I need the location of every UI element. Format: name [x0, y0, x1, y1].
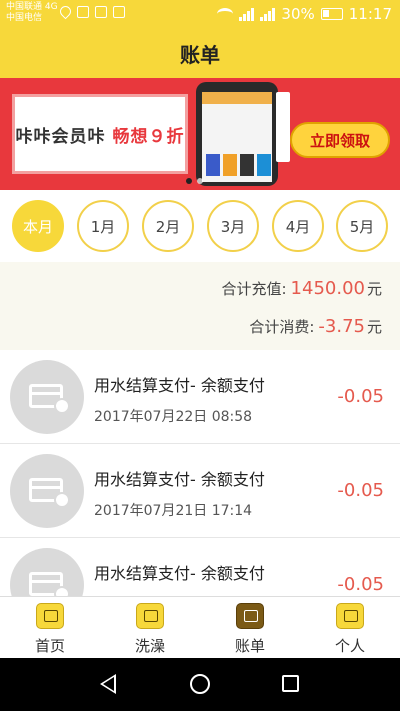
- phone-screen-bar: [202, 92, 272, 104]
- banner-dot[interactable]: [197, 178, 203, 184]
- card-refund-icon: [10, 360, 84, 434]
- transaction-title: 用水结算支付- 余额支付: [94, 376, 265, 395]
- month-tab-5[interactable]: 5月: [336, 200, 388, 252]
- recharge-label: 合计充值:: [221, 280, 287, 298]
- card-refund-icon: [10, 454, 84, 528]
- transaction-date: 2017年07月21日 17:14: [94, 503, 253, 519]
- page-title: 账单: [180, 42, 220, 67]
- month-tab-3[interactable]: 3月: [207, 200, 259, 252]
- recharge-unit: 元: [366, 280, 382, 298]
- tab-home-label: 首页: [34, 637, 65, 655]
- tab-shower[interactable]: 洗澡: [100, 597, 200, 659]
- transaction-title: 用水结算支付- 余额支付: [94, 470, 265, 489]
- tab-bill[interactable]: 账单: [200, 597, 300, 659]
- battery-icon: [320, 8, 343, 20]
- recharge-value: 1450.00: [290, 278, 365, 299]
- banner-card: 咔咔会员咔 畅想９折: [12, 94, 188, 174]
- bottom-tab-bar: 首页 洗澡 账单 个人: [0, 596, 400, 658]
- status-bar: 中国联通 4G 中国电信 30% 11:17: [0, 0, 400, 28]
- notification-icons: [57, 3, 125, 20]
- shower-icon: [136, 603, 164, 629]
- android-nav-bar: [0, 658, 400, 711]
- signal-4g-icon: [239, 7, 255, 21]
- recharge-total: 合计充值: 1450.00 元: [221, 278, 382, 299]
- spend-unit: 元: [366, 318, 382, 336]
- promo-banner[interactable]: 咔咔会员咔 畅想９折 立即领取: [0, 78, 400, 190]
- phone-screen: [202, 92, 272, 182]
- tab-shower-label: 洗澡: [134, 637, 165, 655]
- battery-percent: 30%: [281, 5, 315, 23]
- carrier-info: 中国联通 4G 中国电信: [6, 2, 58, 24]
- carrier-1: 中国联通 4G: [6, 2, 58, 12]
- spend-value: -3.75: [318, 316, 365, 337]
- transaction-row[interactable]: 用水结算支付- 余额支付 2017年07月21日 17:14 -0.05: [0, 444, 400, 538]
- location-icon: [57, 3, 74, 20]
- month-tabs: 本月 1月 2月 3月 4月 5月: [0, 190, 400, 262]
- claim-button[interactable]: 立即领取: [290, 122, 390, 158]
- transaction-amount: -0.05: [337, 386, 384, 407]
- banner-pagination: [186, 178, 203, 184]
- home-icon: [36, 603, 64, 629]
- transaction-row[interactable]: 用水结算支付- 余额支付 2017年07月22日 08:58 -0.05: [0, 350, 400, 444]
- banner-dot[interactable]: [186, 178, 192, 184]
- month-tab-1[interactable]: 1月: [77, 200, 129, 252]
- tab-profile[interactable]: 个人: [300, 597, 400, 659]
- back-icon-inner: [103, 677, 114, 691]
- signal-3g-icon: [260, 7, 276, 21]
- banner-text-plain: 咔咔会员咔: [15, 126, 113, 147]
- transaction-amount: -0.05: [337, 480, 384, 501]
- banner-text-highlight: 畅想９折: [112, 126, 185, 147]
- month-tab-4[interactable]: 4月: [272, 200, 324, 252]
- transaction-title: 用水结算支付- 余额支付: [94, 564, 265, 583]
- tab-home[interactable]: 首页: [0, 597, 100, 659]
- home-circle-icon[interactable]: [190, 674, 210, 694]
- header: 账单: [0, 28, 400, 78]
- month-tab-2[interactable]: 2月: [142, 200, 194, 252]
- profile-icon: [336, 603, 364, 629]
- bill-icon: [236, 603, 264, 629]
- clock: 11:17: [348, 5, 392, 23]
- recent-apps-icon[interactable]: [282, 675, 299, 692]
- spend-label: 合计消费:: [249, 318, 315, 336]
- phone-screen-cards: [206, 154, 271, 176]
- system-status: 30% 11:17: [217, 5, 392, 23]
- transaction-date: 2017年07月22日 08:58: [94, 409, 253, 425]
- transaction-amount: -0.05: [337, 574, 384, 595]
- mail-icon: [113, 6, 125, 18]
- month-tab-current[interactable]: 本月: [12, 200, 64, 252]
- phone-illustration: [196, 82, 278, 186]
- tab-bill-label: 账单: [234, 637, 265, 655]
- summary-panel: 合计充值: 1450.00 元 合计消费: -3.75 元: [0, 262, 400, 350]
- card-illustration: [276, 92, 290, 162]
- image-icon: [77, 6, 89, 18]
- storage-icon: [95, 6, 107, 18]
- tab-profile-label: 个人: [334, 637, 365, 655]
- spend-total: 合计消费: -3.75 元: [249, 316, 382, 337]
- top-zone: 中国联通 4G 中国电信 30% 11:17 账单: [0, 0, 400, 78]
- carrier-2: 中国电信: [6, 13, 43, 23]
- banner-text: 咔咔会员咔 畅想９折: [16, 122, 185, 147]
- wifi-icon: [217, 8, 234, 20]
